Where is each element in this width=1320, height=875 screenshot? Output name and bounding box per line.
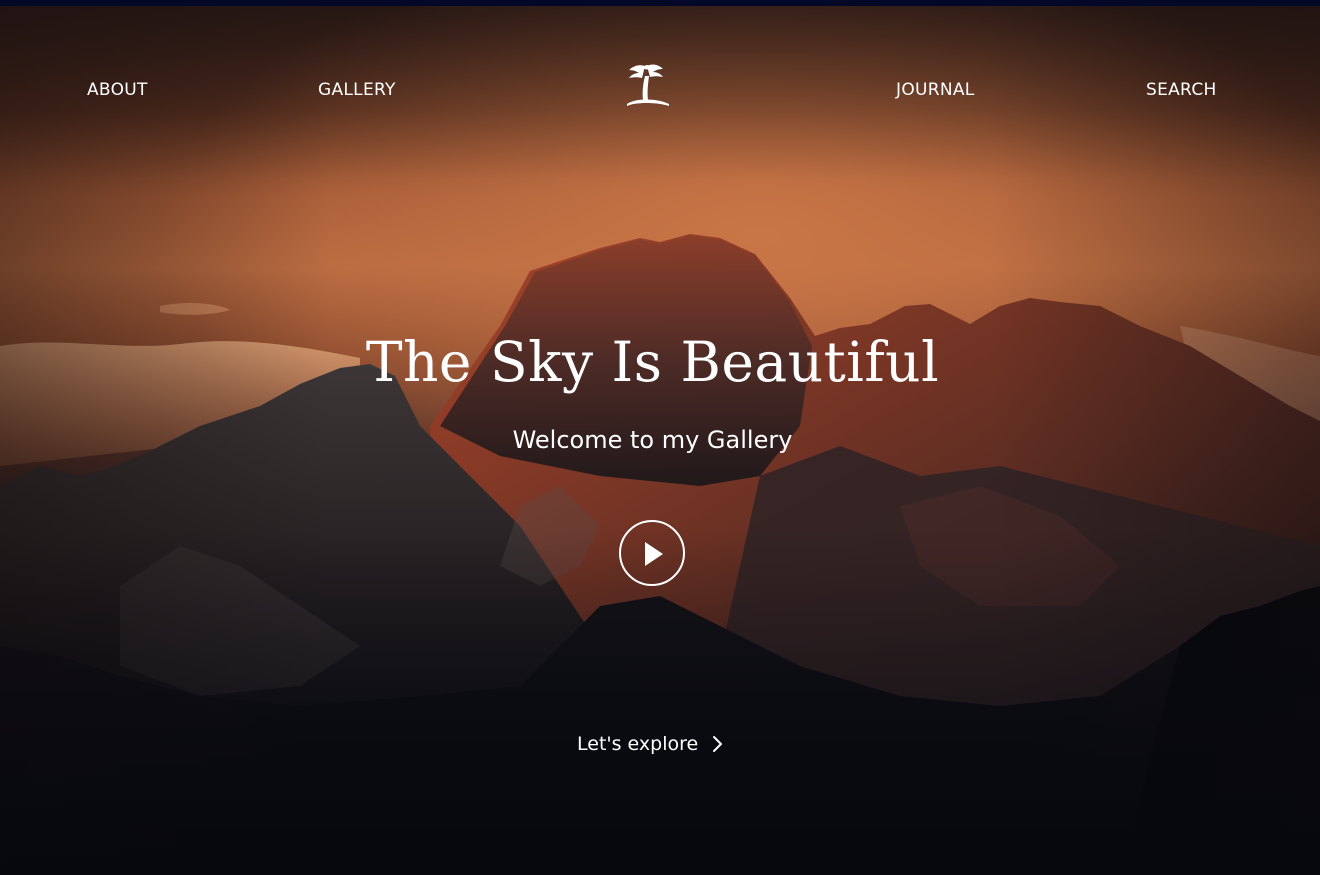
nav-about-link[interactable]: ABOUT bbox=[87, 78, 148, 102]
explore-label: Let's explore bbox=[577, 733, 699, 755]
play-video-button[interactable] bbox=[619, 520, 685, 586]
nav-gallery-link[interactable]: GALLERY bbox=[318, 78, 396, 102]
explore-link[interactable]: Let's explore bbox=[577, 730, 724, 758]
hero-subtitle: Welcome to my Gallery bbox=[512, 426, 793, 454]
nav-search-link[interactable]: SEARCH bbox=[1146, 78, 1217, 102]
chevron-right-icon bbox=[713, 736, 723, 752]
palm-tree-island-icon[interactable] bbox=[621, 58, 673, 110]
top-strip bbox=[0, 0, 1320, 6]
nav-journal-link[interactable]: JOURNAL bbox=[896, 78, 975, 102]
hero-title: The Sky Is Beautiful bbox=[365, 330, 940, 394]
play-icon bbox=[645, 542, 663, 566]
